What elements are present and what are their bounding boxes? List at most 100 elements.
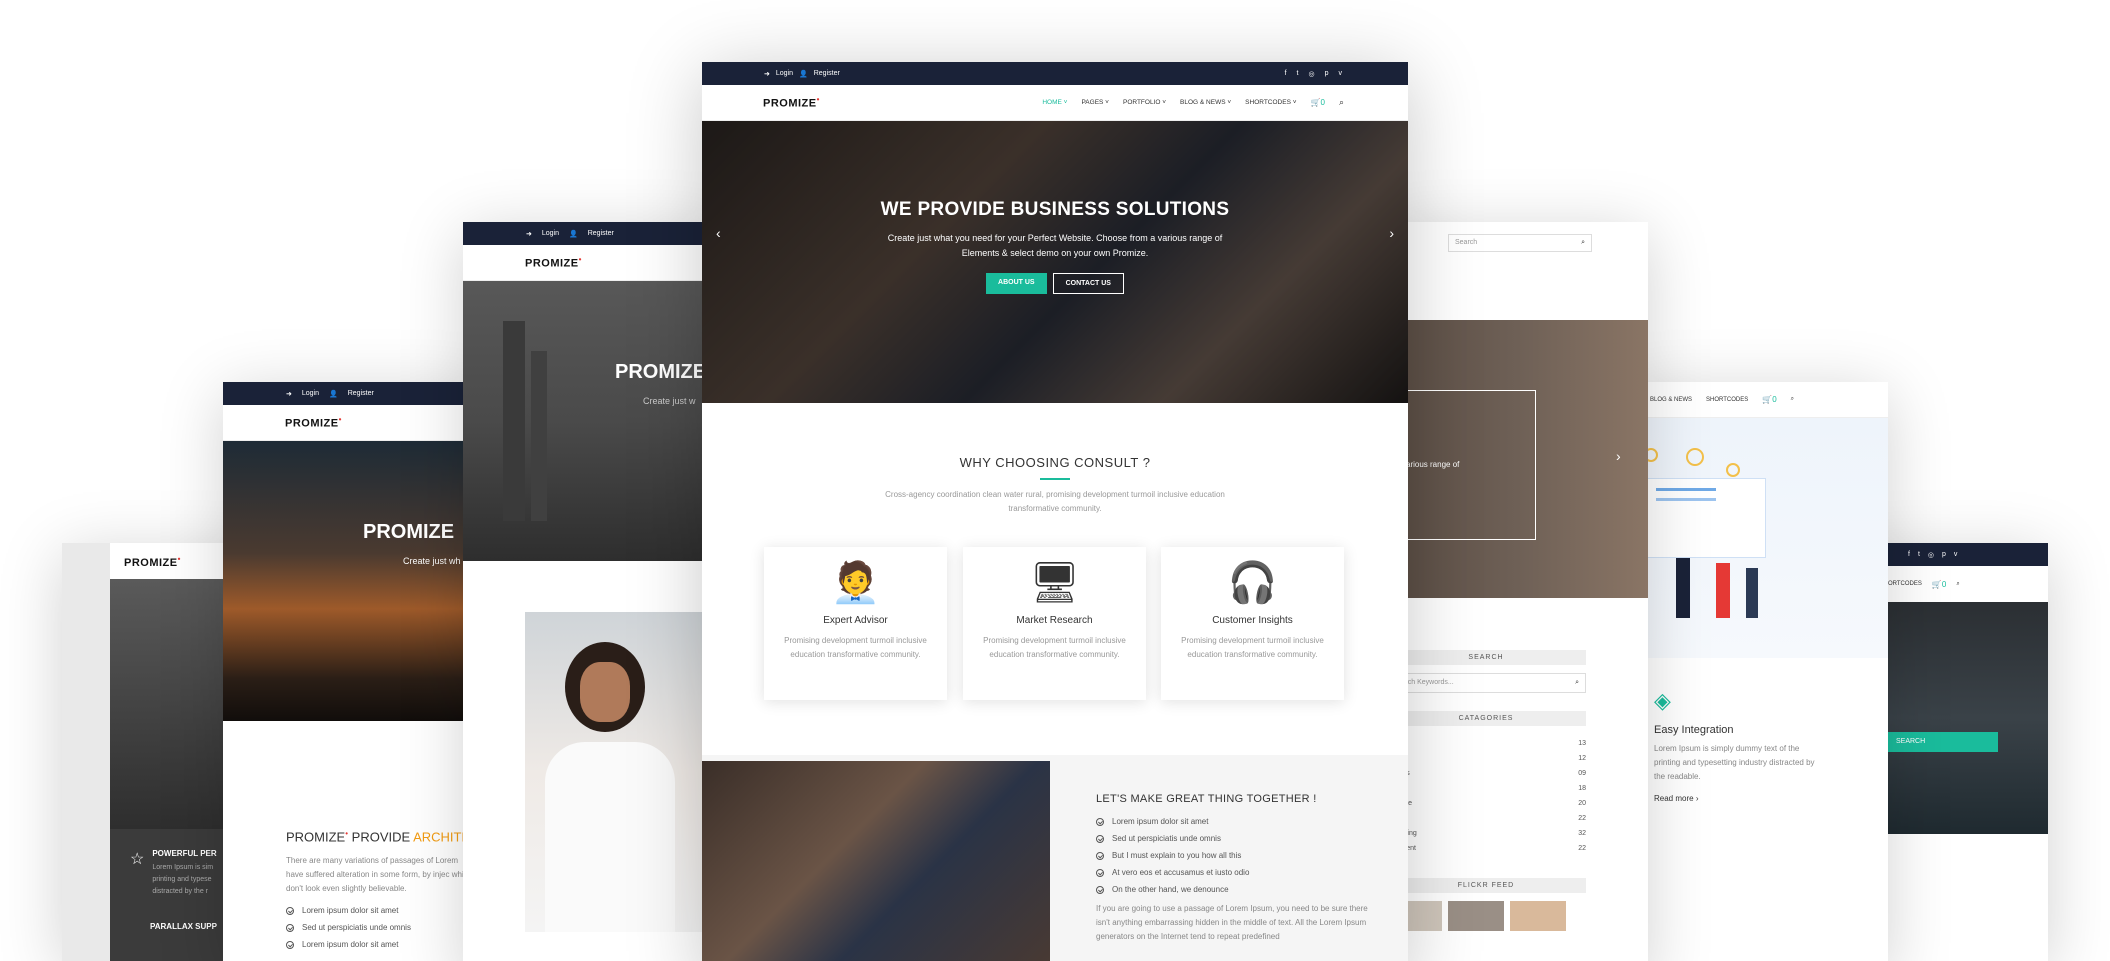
login-icon: ➜ [764, 70, 770, 78]
list-item[interactable]: inance13 [1386, 736, 1586, 751]
list-item[interactable]: usiness09 [1386, 766, 1586, 781]
cart-icon[interactable]: 🛒0 [1932, 580, 1946, 589]
list-item: Sed ut perspiciatis unde omnis [1096, 834, 1376, 843]
chart-line [1656, 498, 1716, 501]
user-icon: 👤 [329, 390, 338, 398]
main-social-links: f t ◎ p v [1285, 70, 1342, 78]
list-item[interactable]: ood12 [1386, 751, 1586, 766]
preview-left-2: ➜ Login 👤 Register PROMIZE• PROMIZE Crea… [463, 222, 723, 961]
menu-item-home[interactable]: HOME ˅ [1042, 99, 1067, 106]
left3-register-link[interactable]: Register [348, 390, 374, 397]
flickr-thumb[interactable] [1510, 901, 1566, 931]
main-nav: PROMIZE• HOME ˅ PAGES ˅ PORTFOLIO ˅ BLOG… [702, 85, 1408, 121]
cart-icon[interactable]: 🛒0 [1311, 98, 1325, 107]
search-icon: ⌕ [1581, 239, 1585, 246]
list-item: At vero eos et accusamus et iusto odio [1096, 868, 1376, 877]
hero-text: Create just what you need for your Perfe… [887, 233, 1223, 258]
vimeo-icon[interactable]: v [1339, 70, 1343, 78]
right2-read-more[interactable]: Read more › [1654, 794, 1888, 803]
right1-search-input[interactable]: Search ⌕ [1448, 234, 1592, 252]
star-icon: ☆ [130, 851, 145, 868]
left3-logo[interactable]: PROMIZE• [285, 415, 342, 430]
menu-item-shortcodes[interactable]: SHORTCODES ˅ [1245, 99, 1296, 106]
left3-hero-text: Create just wh [403, 556, 461, 566]
list-item[interactable]: Marketing32 [1386, 826, 1586, 841]
menu-item-pages[interactable]: PAGES ˅ [1081, 99, 1109, 106]
feature-card[interactable]: 🖥 Market Research Promising development … [963, 547, 1146, 700]
person-figure [1716, 563, 1730, 618]
facebook-icon[interactable]: f [1908, 551, 1910, 558]
building-shape [503, 321, 525, 521]
left2-nav: PROMIZE• [463, 245, 723, 281]
right2-menu-shortcodes[interactable]: SHORTCODES [1706, 397, 1748, 403]
right2-illustration [1626, 418, 1888, 658]
monitor-icon: 🖥 [1029, 561, 1080, 605]
main-logo[interactable]: PROMIZE• [763, 95, 820, 110]
left3-nav: PROMIZE• [223, 405, 483, 441]
left3-section-text: There are many variations of passages of… [286, 856, 473, 894]
cart-icon[interactable]: 🛒0 [1762, 395, 1776, 404]
search-icon[interactable]: ⌕ [1956, 581, 1959, 588]
list-item[interactable]: orporate20 [1386, 796, 1586, 811]
instagram-icon[interactable]: ◎ [1308, 70, 1314, 78]
right2-nav: BLOG & NEWS SHORTCODES 🛒0 ⌕ [1626, 382, 1888, 418]
list-item: Lorem ipsum dolor sit amet [286, 906, 483, 915]
left3-login-link[interactable]: Login [302, 390, 319, 397]
main-hero: ‹ › WE PROVIDE BUSINESS SOLUTIONS Create… [702, 121, 1408, 403]
clock-icon [1686, 448, 1704, 466]
pinterest-icon[interactable]: p [1942, 551, 1946, 558]
left3-hero-title: PROMIZE [363, 521, 455, 543]
twitter-icon[interactable]: t [1918, 551, 1920, 558]
flickr-thumb[interactable] [1448, 901, 1504, 931]
right2-feature-title: Easy Integration [1654, 724, 1734, 736]
check-icon [1096, 817, 1104, 826]
together-title: LET'S MAKE GREAT THING TOGETHER ! [1096, 793, 1317, 805]
chevron-right-icon[interactable]: › [1616, 448, 1621, 464]
list-item[interactable]: log18 [1386, 781, 1586, 796]
right1-sidebar-search-input[interactable]: Search Keywords... ⌕ [1386, 673, 1586, 693]
left4-feature-text: Lorem Ipsum is sim printing and typese d… [152, 864, 214, 895]
contact-us-button[interactable]: CONTACT US [1052, 273, 1124, 294]
together-text: If you are going to use a passage of Lor… [1096, 904, 1368, 941]
together-list: Lorem ipsum dolor sit amet Sed ut perspi… [1096, 817, 1376, 894]
pinterest-icon[interactable]: p [1325, 70, 1329, 78]
facebook-icon[interactable]: f [1285, 70, 1287, 78]
list-item: But I must explain to you how all this [1096, 851, 1376, 860]
right2-menu-blog[interactable]: BLOG & NEWS [1650, 397, 1692, 403]
left3-section: PROMIZE• PROVIDE ARCHITEC There are many… [223, 721, 483, 949]
person-figure [1676, 558, 1690, 618]
shirt-shape [545, 742, 675, 932]
right1-hero: arious range of › [1386, 320, 1648, 598]
feature-card[interactable]: 🎧 Customer Insights Promising developmen… [1161, 547, 1344, 700]
menu-item-portfolio[interactable]: PORTFOLIO ˅ [1123, 99, 1166, 106]
main-menu: HOME ˅ PAGES ˅ PORTFOLIO ˅ BLOG & NEWS ˅… [1042, 97, 1344, 108]
main-register-link[interactable]: Register [814, 70, 840, 77]
left2-login-link[interactable]: Login [542, 230, 559, 237]
menu-item-blog[interactable]: BLOG & NEWS ˅ [1180, 99, 1231, 106]
main-login-link[interactable]: Login [776, 70, 793, 77]
left4-logo[interactable]: PROMIZE• [124, 554, 181, 569]
search-icon[interactable]: ⌕ [1339, 97, 1344, 108]
why-text: Cross-agency coordination clean water ru… [885, 490, 1225, 513]
list-item[interactable]: ivestment22 [1386, 841, 1586, 856]
about-us-button[interactable]: ABOUT US [986, 273, 1047, 294]
right3-search-button[interactable]: SEARCH [1888, 732, 1998, 752]
left2-portrait-image [525, 612, 723, 932]
why-section: WHY CHOOSING CONSULT ? Cross-agency coor… [702, 403, 1408, 755]
twitter-icon[interactable]: t [1297, 70, 1299, 78]
vimeo-icon[interactable]: v [1954, 551, 1958, 558]
instagram-icon[interactable]: ◎ [1928, 551, 1934, 559]
right1-header: Search ⌕ [1386, 222, 1648, 264]
advisor-icon: 🧑‍💼 [830, 561, 881, 605]
list-item: On the other hand, we denounce [1096, 885, 1376, 894]
right3-menu-item[interactable]: ORTCODES [1888, 581, 1922, 587]
left2-register-link[interactable]: Register [588, 230, 614, 237]
left2-logo[interactable]: PROMIZE• [525, 255, 582, 270]
feature-card[interactable]: 🧑‍💼 Expert Advisor Promising development… [764, 547, 947, 700]
list-item[interactable]: itemap22 [1386, 811, 1586, 826]
left3-feature-list: Lorem ipsum dolor sit amet Sed ut perspi… [286, 906, 483, 949]
right1-hero-text: arious range of [1406, 460, 1460, 469]
search-icon[interactable]: ⌕ [1791, 396, 1794, 403]
why-title: WHY CHOOSING CONSULT ? [959, 455, 1151, 470]
left4-feature-title: POWERFUL PER [152, 849, 217, 858]
